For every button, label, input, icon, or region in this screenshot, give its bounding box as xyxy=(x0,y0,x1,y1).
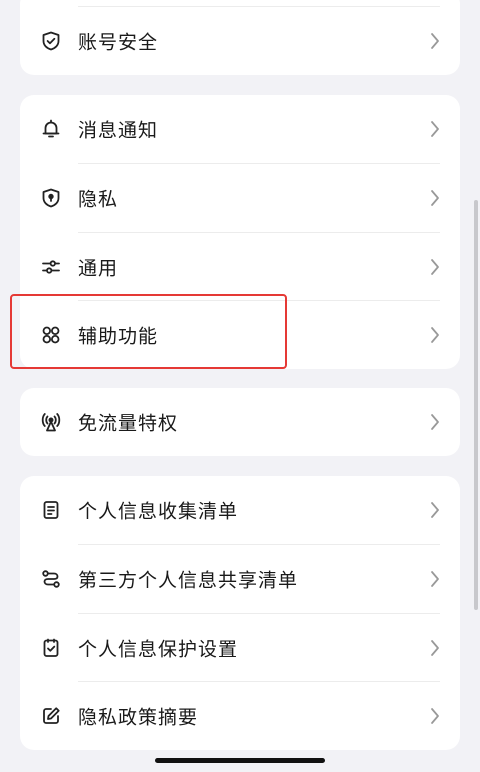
menu-item-third-party-sharing-list[interactable]: 第三方个人信息共享清单 xyxy=(20,545,460,613)
home-indicator[interactable] xyxy=(155,758,325,763)
chevron-right-icon xyxy=(430,189,440,207)
chevron-right-icon xyxy=(430,570,440,588)
share-link-icon xyxy=(40,568,62,590)
document-icon xyxy=(40,499,62,521)
menu-item-label: 辅助功能 xyxy=(78,325,159,348)
chevron-right-icon xyxy=(430,501,440,519)
edit-icon xyxy=(40,705,62,727)
settings-group-account: 账号安全 xyxy=(20,0,460,75)
shield-check-icon xyxy=(40,30,62,52)
four-circles-icon xyxy=(40,324,62,346)
menu-item-label: 个人信息收集清单 xyxy=(78,500,239,523)
menu-item-notifications[interactable]: 消息通知 xyxy=(20,95,460,163)
chevron-right-icon xyxy=(430,120,440,138)
menu-item-accessibility[interactable]: 辅助功能 xyxy=(20,301,460,369)
menu-item-label: 账号安全 xyxy=(78,31,159,54)
menu-item-general[interactable]: 通用 xyxy=(20,233,460,301)
chevron-right-icon xyxy=(430,413,440,431)
menu-item-label: 免流量特权 xyxy=(78,412,179,435)
sliders-icon xyxy=(40,256,62,278)
menu-item-label: 隐私政策摘要 xyxy=(78,706,199,729)
scrollbar[interactable] xyxy=(474,200,478,610)
checkbox-doc-icon xyxy=(40,637,62,659)
chevron-right-icon xyxy=(430,707,440,725)
menu-item-data-free-privilege[interactable]: 免流量特权 xyxy=(20,388,460,456)
menu-item-label: 隐私 xyxy=(78,188,119,211)
menu-item-account-security[interactable]: 账号安全 xyxy=(20,7,460,75)
menu-item-privacy[interactable]: 隐私 xyxy=(20,164,460,232)
chevron-right-icon xyxy=(430,326,440,344)
menu-item-info-collection-list[interactable]: 个人信息收集清单 xyxy=(20,476,460,544)
chevron-right-icon xyxy=(430,639,440,657)
menu-item-label: 通用 xyxy=(78,257,119,280)
menu-item-info-protection-settings[interactable]: 个人信息保护设置 xyxy=(20,614,460,682)
settings-group-data-free: 免流量特权 xyxy=(20,388,460,456)
bell-icon xyxy=(40,118,62,140)
signal-tower-icon xyxy=(40,411,62,433)
chevron-right-icon xyxy=(430,258,440,276)
settings-group-personal-info: 个人信息收集清单 第三方个人信息共享清单 个人信息保护设置 隐私政策摘要 xyxy=(20,476,460,750)
settings-group-general: 消息通知 隐私 通用 辅助功能 xyxy=(20,95,460,369)
menu-item-label: 第三方个人信息共享清单 xyxy=(78,569,299,592)
menu-item-label: 消息通知 xyxy=(78,119,159,142)
chevron-right-icon xyxy=(430,32,440,50)
shield-lock-icon xyxy=(40,187,62,209)
menu-item-label: 个人信息保护设置 xyxy=(78,638,239,661)
menu-item-privacy-policy-summary[interactable]: 隐私政策摘要 xyxy=(20,682,460,750)
